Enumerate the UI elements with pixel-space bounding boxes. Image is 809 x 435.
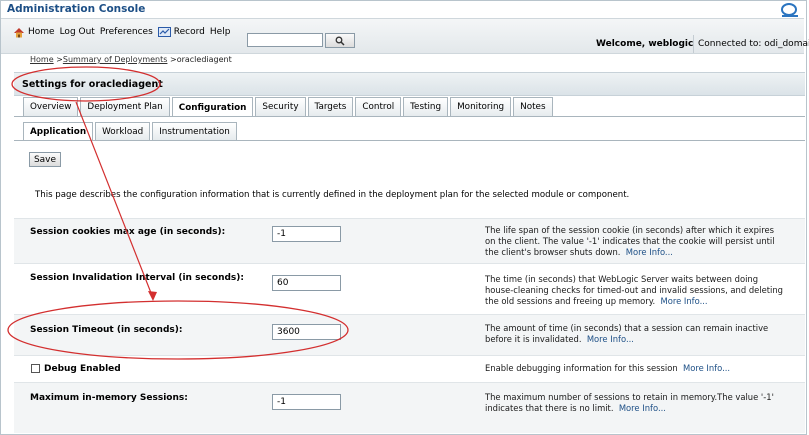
subtab-workload[interactable]: Workload — [95, 122, 151, 140]
more-info-link[interactable]: More Info... — [587, 334, 634, 344]
breadcrumb-summary[interactable]: Summary of Deployments — [63, 55, 168, 64]
tab-notes[interactable]: Notes — [513, 97, 553, 116]
record-icon[interactable] — [157, 27, 171, 37]
invalidation-interval-input[interactable] — [272, 275, 341, 291]
more-info-link[interactable]: More Info... — [619, 403, 666, 413]
toolbar: Home Log Out Preferences Record Help Wel… — [1, 18, 809, 54]
home-link[interactable]: Home — [28, 27, 55, 37]
connected-text: Connected to: odi_domain — [698, 39, 809, 49]
breadcrumb-home[interactable]: Home — [30, 55, 54, 64]
tab-testing[interactable]: Testing — [403, 97, 449, 116]
help-body: Enable debugging information for this se… — [485, 363, 678, 373]
breadcrumb: Home >Summary of Deployments >oraclediag… — [30, 55, 232, 64]
app-title: Administration Console — [7, 3, 146, 15]
tab-bar: Overview Deployment Plan Configuration S… — [23, 97, 555, 117]
tab-targets[interactable]: Targets — [307, 97, 354, 116]
settings-header: Settings for oraclediagent — [14, 72, 805, 96]
breadcrumb-current: oraclediagent — [176, 55, 232, 64]
field-label: Maximum in-memory Sessions: — [30, 393, 188, 403]
tab-control[interactable]: Control — [355, 97, 402, 116]
preferences-link[interactable]: Preferences — [100, 27, 153, 37]
title-bar: Administration Console — [1, 1, 804, 17]
subtab-bar: Application Workload Instrumentation — [23, 122, 239, 140]
field-label: Session Timeout (in seconds): — [30, 325, 183, 335]
subtab-application[interactable]: Application — [23, 122, 94, 140]
max-sessions-input[interactable] — [272, 394, 341, 410]
toolbar-links: Home Log Out Preferences Record Help — [13, 25, 235, 39]
help-text: Enable debugging information for this se… — [485, 363, 785, 374]
help-body: The time (in seconds) that WebLogic Serv… — [485, 274, 783, 306]
page-description: This page describes the configuration in… — [35, 190, 630, 200]
logo-underline — [782, 15, 798, 17]
search-button[interactable] — [325, 33, 355, 48]
field-label: Debug Enabled — [44, 364, 121, 374]
tab-monitoring[interactable]: Monitoring — [450, 97, 512, 116]
toolbar-separator — [693, 35, 694, 53]
tab-overview[interactable]: Overview — [23, 97, 79, 116]
debug-enabled-checkbox[interactable] — [31, 364, 40, 373]
help-link[interactable]: Help — [210, 27, 231, 37]
home-icon[interactable] — [13, 27, 25, 38]
more-info-link[interactable]: More Info... — [660, 296, 707, 306]
save-button[interactable]: Save — [29, 152, 61, 167]
record-link[interactable]: Record — [174, 27, 205, 37]
field-label: Session cookies max age (in seconds): — [30, 227, 226, 237]
logout-link[interactable]: Log Out — [60, 27, 95, 37]
search-input[interactable] — [247, 33, 323, 47]
tab-security[interactable]: Security — [255, 97, 306, 116]
help-text: The life span of the session cookie (in … — [485, 225, 785, 258]
breadcrumb-sep: > — [167, 55, 177, 64]
help-text: The time (in seconds) that WebLogic Serv… — [485, 274, 785, 307]
tab-configuration[interactable]: Configuration — [171, 97, 254, 117]
cookies-max-age-input[interactable] — [272, 226, 341, 242]
help-text: The maximum number of sessions to retain… — [485, 392, 785, 414]
subtab-instrumentation[interactable]: Instrumentation — [152, 122, 237, 140]
settings-title: Settings for oraclediagent — [22, 79, 163, 90]
session-timeout-input[interactable] — [272, 324, 341, 340]
field-label: Session Invalidation Interval (in second… — [30, 273, 244, 283]
tab-deployment-plan[interactable]: Deployment Plan — [80, 97, 170, 116]
more-info-link[interactable]: More Info... — [626, 247, 673, 257]
tab-divider — [14, 116, 805, 117]
subtab-divider — [14, 140, 805, 141]
search-icon — [335, 36, 345, 46]
help-text: The amount of time (in seconds) that a s… — [485, 323, 785, 345]
breadcrumb-sep: > — [53, 55, 63, 64]
welcome-text: Welcome, weblogic — [596, 39, 694, 49]
more-info-link[interactable]: More Info... — [683, 363, 730, 373]
